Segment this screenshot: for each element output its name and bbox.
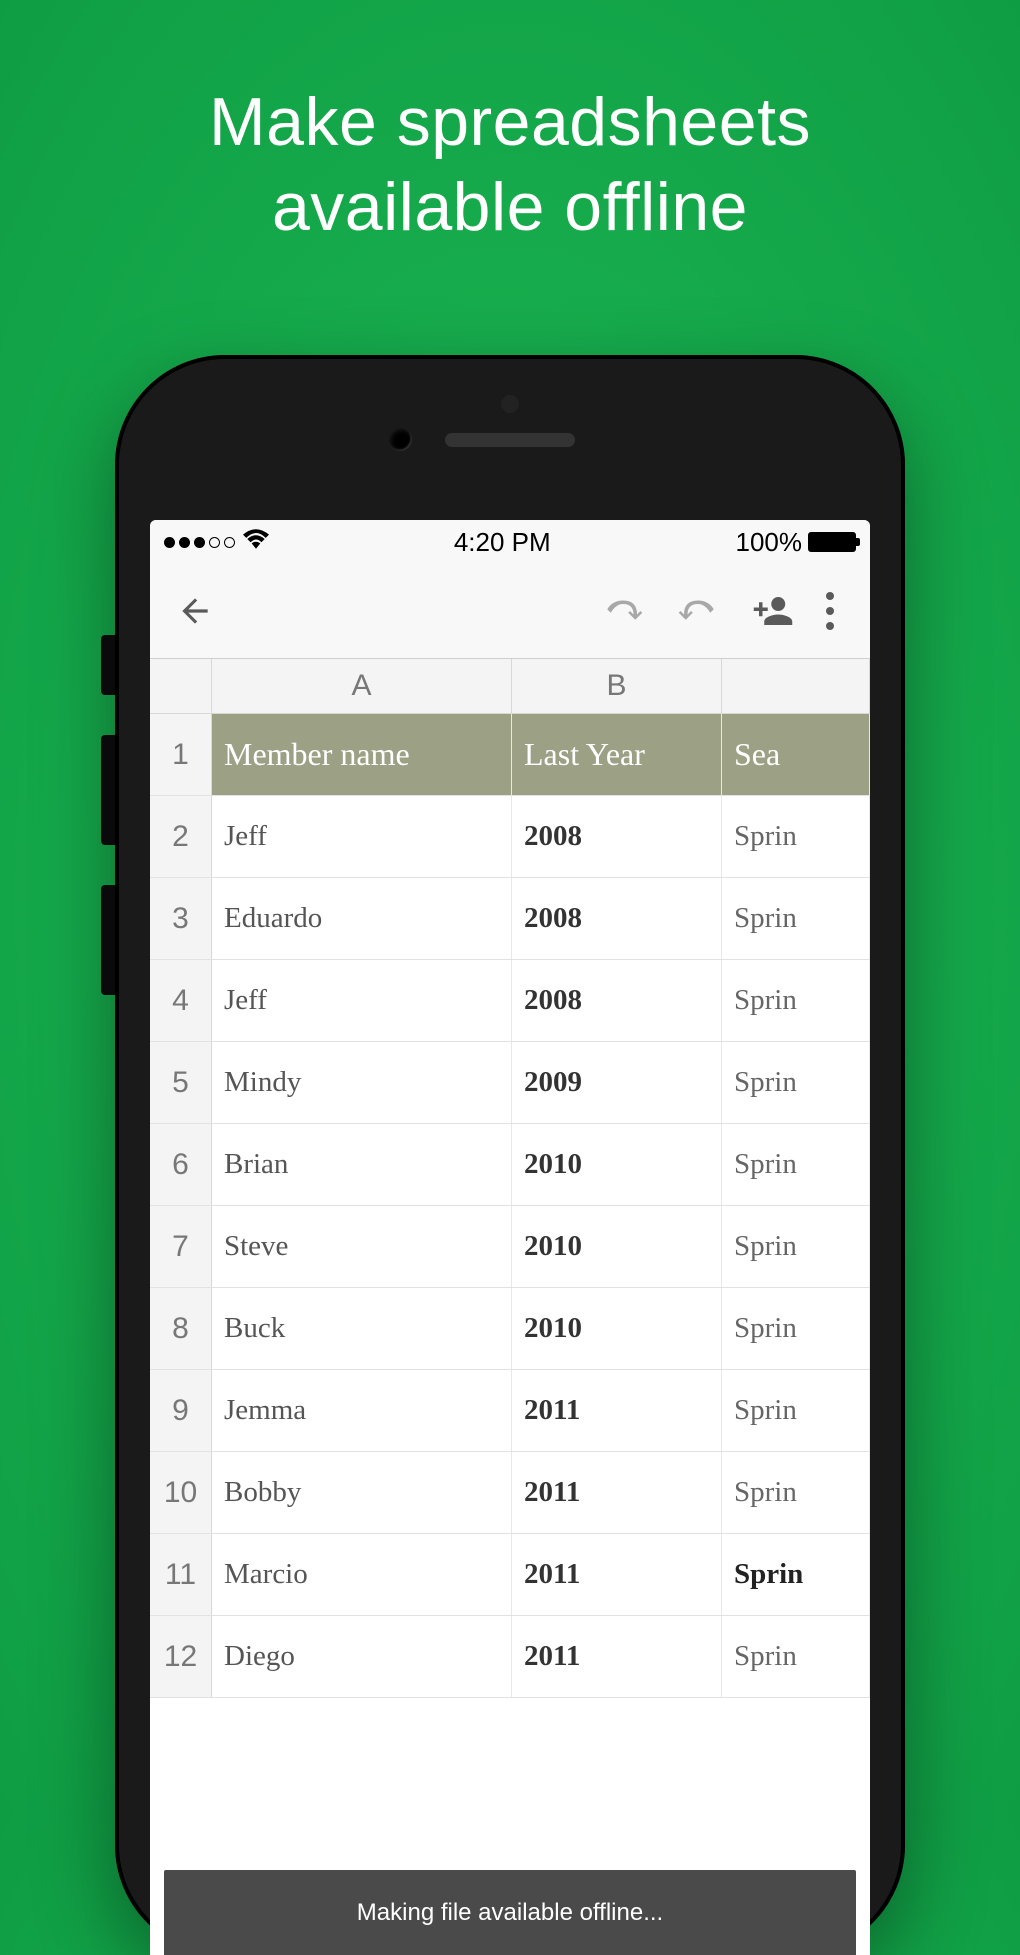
row-number[interactable]: 5 — [150, 1042, 212, 1123]
cell[interactable]: Bobby — [212, 1452, 512, 1533]
status-left — [164, 528, 269, 556]
sheet-body: 1 Member name Last Year Sea 2 Jeff 2008 … — [150, 714, 870, 1955]
cell[interactable]: Sprin — [722, 1042, 870, 1123]
spreadsheet[interactable]: A B 1 Member name Last Year Sea 2 Jeff 2… — [150, 659, 870, 1955]
table-row: 10 Bobby 2011 Sprin — [150, 1452, 870, 1534]
cell[interactable]: 2008 — [512, 960, 722, 1041]
promo-title-line1: Make spreadsheets — [209, 84, 811, 160]
phone-frame: 4:20 PM 100% — [115, 355, 905, 1955]
status-right: 100% — [735, 527, 856, 558]
cell[interactable]: Member name — [212, 714, 512, 795]
cell[interactable]: Sprin — [722, 1288, 870, 1369]
cell[interactable]: 2010 — [512, 1124, 722, 1205]
cell[interactable]: Brian — [212, 1124, 512, 1205]
cell[interactable]: Mindy — [212, 1042, 512, 1123]
cell[interactable]: 2008 — [512, 796, 722, 877]
cell[interactable]: Buck — [212, 1288, 512, 1369]
undo-button[interactable] — [585, 587, 660, 635]
table-row: 9 Jemma 2011 Sprin — [150, 1370, 870, 1452]
table-row: 5 Mindy 2009 Sprin — [150, 1042, 870, 1124]
cell[interactable]: Sea — [722, 714, 870, 795]
more-menu-button[interactable] — [810, 592, 850, 630]
cell[interactable]: Jeff — [212, 796, 512, 877]
toast-message: Making file available offline... — [357, 1899, 663, 1927]
cell[interactable]: Jemma — [212, 1370, 512, 1451]
cell[interactable]: 2010 — [512, 1288, 722, 1369]
row-number[interactable]: 3 — [150, 878, 212, 959]
table-row: 11 Marcio 2011 Sprin — [150, 1534, 870, 1616]
redo-button[interactable] — [660, 587, 735, 635]
table-row: 8 Buck 2010 Sprin — [150, 1288, 870, 1370]
table-row: 6 Brian 2010 Sprin — [150, 1124, 870, 1206]
table-row: 12 Diego 2011 Sprin — [150, 1616, 870, 1698]
row-number[interactable]: 6 — [150, 1124, 212, 1205]
app-toolbar — [150, 564, 870, 659]
back-button[interactable] — [170, 592, 220, 630]
battery-icon — [808, 532, 856, 552]
table-row: 4 Jeff 2008 Sprin — [150, 960, 870, 1042]
row-number[interactable]: 9 — [150, 1370, 212, 1451]
row-number[interactable]: 7 — [150, 1206, 212, 1287]
phone-side-buttons — [101, 635, 115, 1035]
table-row: 7 Steve 2010 Sprin — [150, 1206, 870, 1288]
cell[interactable]: 2008 — [512, 878, 722, 959]
cell[interactable]: Eduardo — [212, 878, 512, 959]
cell[interactable]: Sprin — [722, 796, 870, 877]
cell[interactable]: Sprin — [722, 878, 870, 959]
row-number[interactable]: 8 — [150, 1288, 212, 1369]
add-person-button[interactable] — [735, 587, 810, 635]
offline-toast: Making file available offline... — [164, 1870, 856, 1955]
cell[interactable]: Sprin — [722, 960, 870, 1041]
row-number[interactable]: 10 — [150, 1452, 212, 1533]
cell[interactable]: Sprin — [722, 1452, 870, 1533]
cell[interactable]: Diego — [212, 1616, 512, 1697]
table-row: 3 Eduardo 2008 Sprin — [150, 878, 870, 960]
front-camera — [388, 427, 412, 451]
volume-up-button — [101, 735, 115, 845]
cell[interactable]: 2011 — [512, 1370, 722, 1451]
cell[interactable]: 2011 — [512, 1534, 722, 1615]
column-headers: A B — [150, 659, 870, 714]
row-number[interactable]: 4 — [150, 960, 212, 1041]
volume-down-button — [101, 885, 115, 995]
cell[interactable]: Sprin — [722, 1370, 870, 1451]
status-time: 4:20 PM — [454, 527, 551, 558]
cell[interactable]: Sprin — [722, 1124, 870, 1205]
cell[interactable]: 2009 — [512, 1042, 722, 1123]
row-number[interactable]: 2 — [150, 796, 212, 877]
cellular-signal-icon — [164, 537, 235, 548]
cell[interactable]: 2011 — [512, 1452, 722, 1533]
cell[interactable]: Sprin — [722, 1616, 870, 1697]
mute-switch — [101, 635, 115, 695]
column-header-A[interactable]: A — [212, 659, 512, 713]
cell[interactable]: Sprin — [722, 1534, 870, 1615]
status-bar: 4:20 PM 100% — [150, 520, 870, 564]
promo-title: Make spreadsheets available offline — [0, 0, 1020, 250]
table-row: 1 Member name Last Year Sea — [150, 714, 870, 796]
column-header-C[interactable] — [722, 659, 870, 713]
cell[interactable]: 2011 — [512, 1616, 722, 1697]
cell[interactable]: Steve — [212, 1206, 512, 1287]
phone-speaker — [445, 433, 575, 447]
corner-cell[interactable] — [150, 659, 212, 713]
battery-percent: 100% — [735, 527, 802, 558]
column-header-B[interactable]: B — [512, 659, 722, 713]
cell[interactable]: Jeff — [212, 960, 512, 1041]
row-number[interactable]: 12 — [150, 1616, 212, 1697]
cell[interactable]: Marcio — [212, 1534, 512, 1615]
promo-title-line2: available offline — [272, 169, 748, 245]
cell[interactable]: Sprin — [722, 1206, 870, 1287]
wifi-icon — [243, 528, 269, 556]
table-row: 2 Jeff 2008 Sprin — [150, 796, 870, 878]
phone-screen: 4:20 PM 100% — [150, 520, 870, 1955]
cell[interactable]: 2010 — [512, 1206, 722, 1287]
row-number[interactable]: 1 — [150, 714, 212, 795]
cell[interactable]: Last Year — [512, 714, 722, 795]
proximity-sensor — [501, 395, 519, 413]
row-number[interactable]: 11 — [150, 1534, 212, 1615]
